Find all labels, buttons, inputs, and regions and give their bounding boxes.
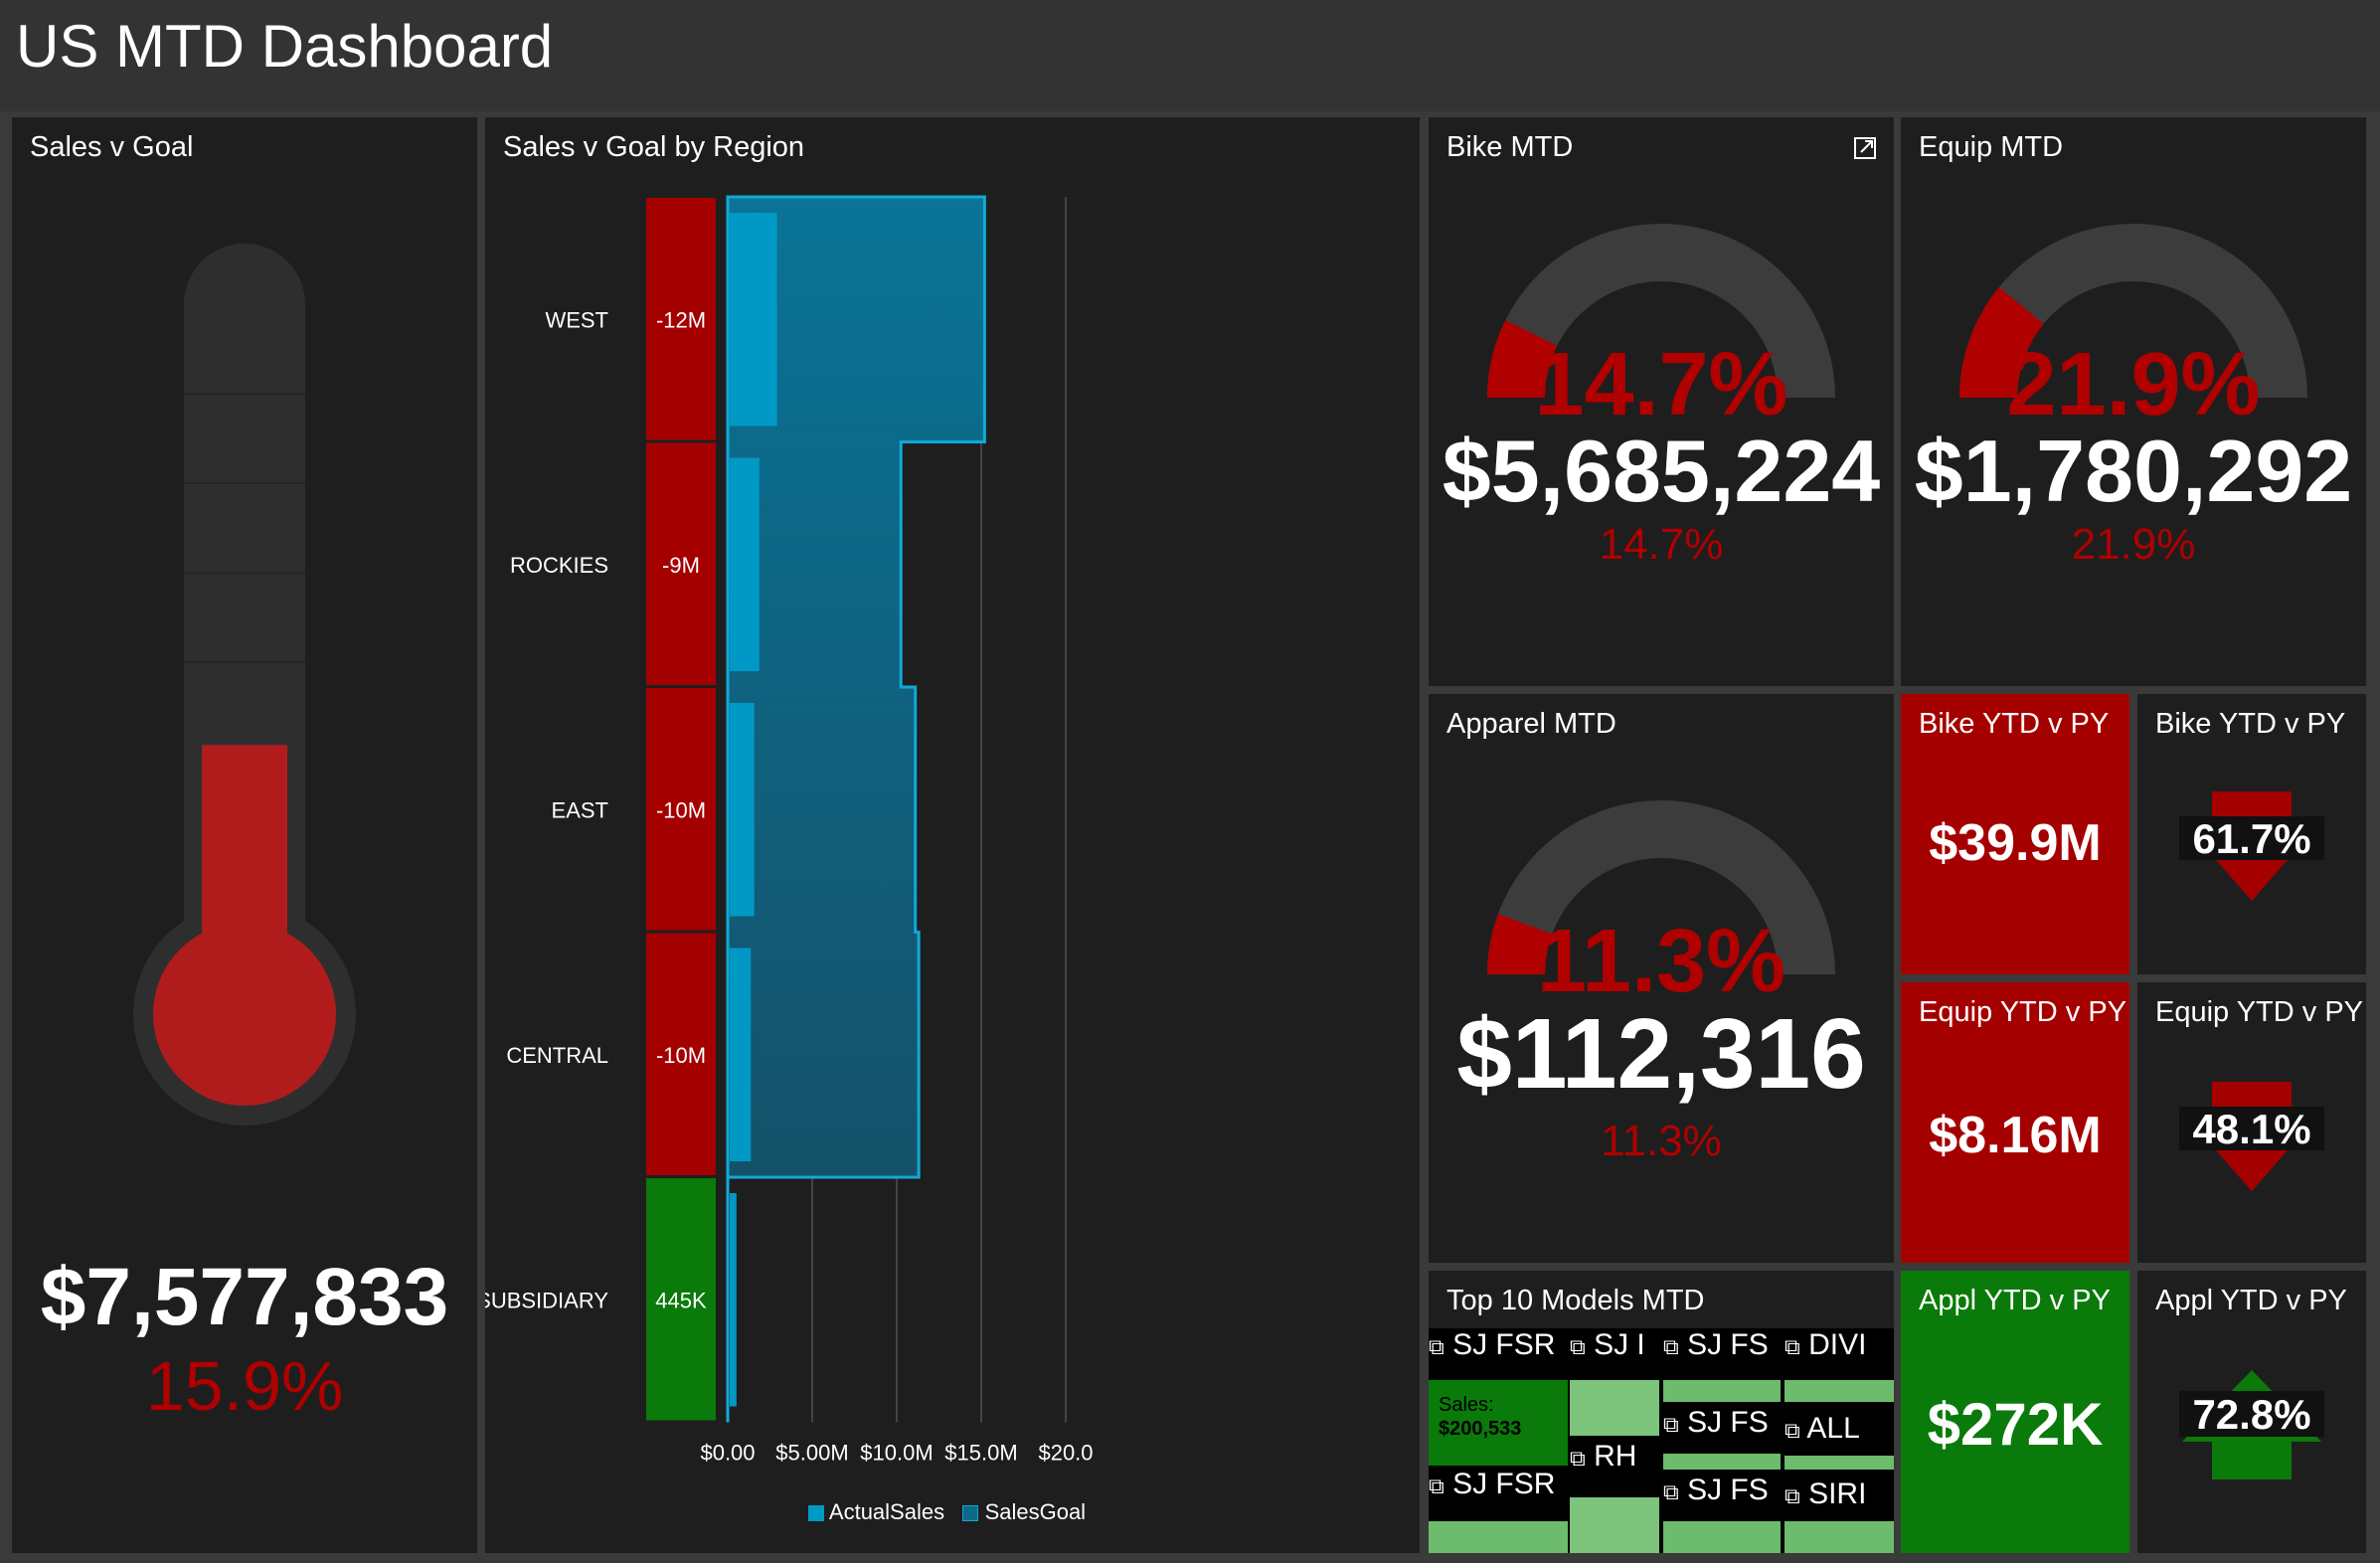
x-tick-label: $15.0M <box>944 1441 1017 1466</box>
gauge-sub-pct: 21.9% <box>2071 520 2196 569</box>
region-label: CENTRAL <box>506 1043 608 1068</box>
legend-label-goal: SalesGoal <box>984 1499 1087 1524</box>
tile-title: Top 10 Models MTD <box>1446 1285 1705 1316</box>
treemap-cell[interactable] <box>1570 1380 1659 1436</box>
treemap-cell-selected[interactable]: Sales: $200,533 <box>1429 1380 1568 1466</box>
x-tick-label: $5.00M <box>775 1441 848 1466</box>
treemap-cell[interactable]: ⧉ RH <box>1570 1440 1659 1489</box>
treemap-cell[interactable] <box>1570 1497 1659 1553</box>
actual-sales-bar <box>730 213 777 427</box>
treemap-label: SJ FS <box>1687 1406 1769 1439</box>
gauge-sub-pct: 14.7% <box>1599 520 1724 569</box>
treemap-cell[interactable] <box>1785 1521 1894 1553</box>
bike-mtd-tile[interactable]: Bike MTD 14.7% $5,685,224 14.7% <box>1429 117 1894 686</box>
gauge-value: $5,685,224 <box>1442 422 1881 520</box>
kpi-value: $8.16M <box>1929 1107 2102 1164</box>
kpi-pct: 72.8% <box>2192 1391 2311 1438</box>
x-tick-label: $20.0 <box>1038 1441 1093 1466</box>
tile-title: Equip YTD v PY <box>1919 996 2127 1028</box>
treemap-cell[interactable] <box>1785 1456 1894 1470</box>
region-delta: -12M <box>656 307 706 332</box>
chart-legend: ActualSales SalesGoal <box>808 1499 1086 1525</box>
x-tick-label: $0.00 <box>700 1441 755 1466</box>
gauge-value: $1,780,292 <box>1914 422 2353 520</box>
actual-sales-bar <box>730 457 760 671</box>
appl-ytd-pct-tile[interactable]: Appl YTD v PY 72.8% <box>2137 1271 2366 1553</box>
sales-v-goal-tile[interactable]: Sales v Goal $7,577,833 15.9% <box>12 117 477 1553</box>
legend-swatch-actual <box>808 1505 824 1521</box>
treemap-label: DIVI <box>1808 1328 1867 1361</box>
dashboard-header: US MTD Dashboard <box>0 0 2380 111</box>
bike-ytd-pct-tile[interactable]: Bike YTD v PY 61.7% <box>2137 694 2366 974</box>
bike-ytd-value-tile[interactable]: Bike YTD v PY $39.9M <box>1901 694 2129 974</box>
x-tick-label: $10.0M <box>860 1441 933 1466</box>
region-delta: -10M <box>656 797 706 822</box>
tooltip-value: $200,533 <box>1439 1418 1522 1440</box>
tile-title: Appl YTD v PY <box>1919 1285 2111 1316</box>
treemap-label: ALL <box>1806 1412 1860 1445</box>
treemap-cell[interactable]: ⧉ ALL <box>1785 1412 1894 1456</box>
kpi-pct: 61.7% <box>2192 815 2311 862</box>
treemap-label: SJ I <box>1594 1328 1645 1361</box>
kpi-value: $272K <box>1927 1391 2104 1458</box>
dashboard-title: US MTD Dashboard <box>16 13 554 80</box>
region-chart-tile[interactable]: Sales v Goal by Region WEST -12M ROCKIES -9… <box>485 117 1420 1553</box>
actual-sales-bar <box>730 703 755 917</box>
treemap-cell[interactable]: ⧉ SJ FS <box>1663 1328 1781 1378</box>
kpi-value: $39.9M <box>1929 814 2102 872</box>
region-label: SUBSIDIARY <box>485 1288 608 1312</box>
treemap-cell[interactable] <box>1663 1380 1781 1402</box>
treemap-cell[interactable]: ⧉ SJ FSR <box>1429 1468 1568 1517</box>
top10-models-tile[interactable]: Top 10 Models MTD ⧉ SJ FSR Sales: $200,5… <box>1429 1271 1894 1553</box>
sales-value: $7,577,833 <box>40 1252 449 1342</box>
apparel-mtd-tile[interactable]: Apparel MTD 11.3% $112,316 11.3% <box>1429 694 1894 1263</box>
treemap-cell[interactable] <box>1429 1521 1568 1553</box>
tooltip-label: Sales: <box>1439 1394 1494 1416</box>
treemap-cell[interactable]: ⧉ SJ FS <box>1663 1406 1781 1450</box>
treemap-cell[interactable]: ⧉ DIVI <box>1785 1328 1894 1378</box>
sales-pct: 15.9% <box>145 1347 344 1425</box>
thermometer-bulb <box>153 923 336 1106</box>
treemap-cell[interactable]: ⧉ SIRI <box>1785 1477 1894 1521</box>
treemap-cell[interactable] <box>1785 1380 1894 1402</box>
equip-ytd-pct-tile[interactable]: Equip YTD v PY 48.1% <box>2137 982 2366 1263</box>
gauge-sub-pct: 11.3% <box>1601 1117 1722 1165</box>
appl-ytd-value-tile[interactable]: Appl YTD v PY $272K <box>1901 1271 2129 1553</box>
region-bar-chart: WEST -12M ROCKIES -9M EAST -10M CENTRAL -10M SUB… <box>485 195 1094 1466</box>
region-delta: 445K <box>655 1288 707 1312</box>
equip-mtd-tile[interactable]: Equip MTD 21.9% $1,780,292 21.9% <box>1901 117 2366 686</box>
equip-ytd-value-tile[interactable]: Equip YTD v PY $8.16M <box>1901 982 2129 1263</box>
treemap-label: SJ FS <box>1687 1328 1769 1361</box>
gauge-value: $112,316 <box>1456 998 1866 1110</box>
region-label: EAST <box>552 797 608 822</box>
treemap-cell[interactable]: ⧉ SJ FS <box>1663 1474 1781 1517</box>
region-label: WEST <box>545 307 608 332</box>
treemap-label: SIRI <box>1808 1477 1867 1510</box>
actual-sales-bar <box>730 948 752 1161</box>
region-delta: -9M <box>662 553 700 578</box>
treemap-cell[interactable]: ⧉ SJ I <box>1570 1328 1659 1378</box>
treemap-label: SJ FSR <box>1452 1328 1556 1361</box>
treemap-cell[interactable] <box>1663 1454 1781 1470</box>
treemap-label: SJ FS <box>1687 1474 1769 1506</box>
treemap-label: RH <box>1594 1440 1637 1473</box>
treemap-cell[interactable] <box>1663 1521 1781 1553</box>
treemap-label: SJ FSR <box>1452 1468 1556 1500</box>
kpi-pct: 48.1% <box>2192 1106 2311 1152</box>
actual-sales-bar <box>730 1193 737 1407</box>
thermometer-cap <box>184 244 305 365</box>
region-label: ROCKIES <box>510 553 608 578</box>
treemap: ⧉ SJ FSR Sales: $200,533 ⧉ SJ FSR ⧉ SJ I… <box>1429 1328 1894 1553</box>
legend-swatch-goal <box>962 1505 979 1521</box>
treemap-cell[interactable]: ⧉ SJ FSR <box>1429 1328 1568 1378</box>
region-delta: -10M <box>656 1043 706 1068</box>
tile-title: Bike YTD v PY <box>1919 708 2110 740</box>
legend-label-actual: ActualSales <box>828 1499 945 1524</box>
